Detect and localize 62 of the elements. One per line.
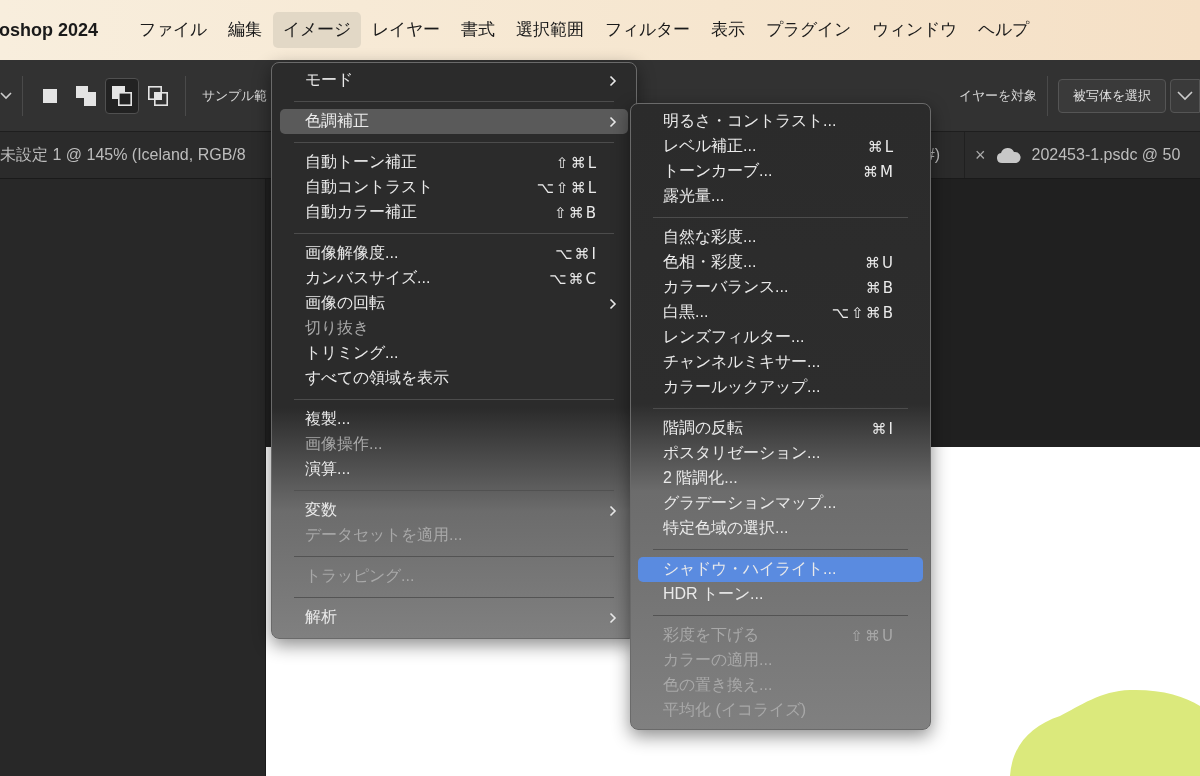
menu-item[interactable]: トーンカーブ... ⌘M xyxy=(638,159,923,184)
menu-item[interactable]: 露光量... xyxy=(638,184,923,209)
menu-bar-item[interactable]: 書式 xyxy=(451,12,506,48)
layer-label: イヤーを対象 xyxy=(959,86,1037,105)
menu-item[interactable]: 色相・彩度... ⌘U xyxy=(638,250,923,275)
menu-bar-item[interactable]: 選択範囲 xyxy=(506,12,595,48)
menu-item[interactable]: 自動カラー補正 ⇧⌘B xyxy=(280,200,628,225)
chevron-icon xyxy=(609,115,617,128)
menu-item[interactable]: 明るさ・コントラスト... xyxy=(638,109,923,134)
menu-item[interactable]: トリミング... xyxy=(280,341,628,366)
menu-bar-item[interactable]: フィルター xyxy=(595,12,701,48)
menu-item[interactable]: 変数 xyxy=(280,498,628,523)
selection-mode-button[interactable] xyxy=(105,77,139,114)
menu-bar-item[interactable]: ファイル xyxy=(129,12,218,48)
menu-item[interactable]: ポスタリゼーション... xyxy=(638,441,923,466)
menu-item[interactable]: 複製... xyxy=(280,407,628,432)
menu-item[interactable]: 画像解像度... ⌥⌘I xyxy=(280,241,628,266)
tab-title: 202453-1.psdc @ 50 xyxy=(1031,146,1181,164)
menu-bar-item[interactable]: 表示 xyxy=(701,12,756,48)
menu-item[interactable]: 白黒... ⌥⇧⌘B xyxy=(638,300,923,325)
menu-item[interactable]: モード xyxy=(280,68,628,93)
merged-squares-icon xyxy=(74,83,98,108)
caret-icon[interactable] xyxy=(0,91,12,100)
menu-item[interactable]: カラールックアップ... xyxy=(638,375,923,400)
sample-label: サンプル範 xyxy=(202,86,267,105)
menu-bar-item[interactable]: プラグイン xyxy=(756,12,862,48)
tab-title: 未設定 1 @ 145% (Iceland, RGB/8 xyxy=(0,144,246,165)
app-name[interactable]: oshop 2024 xyxy=(0,19,130,41)
menu-item[interactable]: レベル補正... ⌘L xyxy=(638,134,923,159)
caret-icon xyxy=(1177,90,1193,101)
menu-item[interactable]: カラーバランス... ⌘B xyxy=(638,275,923,300)
chevron-icon xyxy=(609,297,617,310)
menu-item[interactable]: チャンネルミキサー... xyxy=(638,350,923,375)
document-tab[interactable]: × 202453-1.psdc @ 50 xyxy=(965,132,1191,178)
intersecting-squares-icon xyxy=(146,83,170,108)
select-subject-button[interactable]: 被写体を選択 xyxy=(1058,78,1166,113)
menu-item[interactable]: 解析 xyxy=(280,605,628,630)
close-icon[interactable]: × xyxy=(975,144,986,166)
menu-item[interactable]: 自動コントラスト ⌥⇧⌘L xyxy=(280,175,628,200)
menu-item[interactable]: 特定色域の選択... xyxy=(638,516,923,541)
chevron-icon xyxy=(609,74,617,87)
menu-item[interactable]: 画像の回転 xyxy=(280,291,628,316)
menu-bar-item[interactable]: ヘルプ xyxy=(968,12,1040,48)
chevron-icon xyxy=(609,611,617,624)
menu-item[interactable]: 自然な彩度... xyxy=(638,225,923,250)
dropdown-button[interactable] xyxy=(1170,78,1200,113)
menu-item[interactable]: 色調補正 xyxy=(280,109,628,134)
menu-item[interactable]: 演算... xyxy=(280,457,628,482)
menu-bar-item[interactable]: イメージ xyxy=(273,12,362,48)
menu-bar-item[interactable]: レイヤー xyxy=(362,12,451,48)
menu-bar-item[interactable]: 編集 xyxy=(218,12,273,48)
menu-item[interactable]: グラデーションマップ... xyxy=(638,491,923,516)
menu-item[interactable]: HDR トーン... xyxy=(638,582,923,607)
menu-bar-item[interactable]: ウィンドウ xyxy=(862,12,968,48)
menu-item[interactable]: 階調の反転 ⌘I xyxy=(638,416,923,441)
chevron-icon xyxy=(609,504,617,517)
menu-item[interactable]: 2 階調化... xyxy=(638,466,923,491)
menu-item[interactable]: すべての領域を表示 xyxy=(280,366,628,391)
menu-item[interactable]: 自動トーン補正 ⇧⌘L xyxy=(280,150,628,175)
menu-item[interactable]: カンバスサイズ... ⌥⌘C xyxy=(280,266,628,291)
overlapping-squares-icon xyxy=(110,83,134,108)
menu-item[interactable]: レンズフィルター... xyxy=(638,325,923,350)
